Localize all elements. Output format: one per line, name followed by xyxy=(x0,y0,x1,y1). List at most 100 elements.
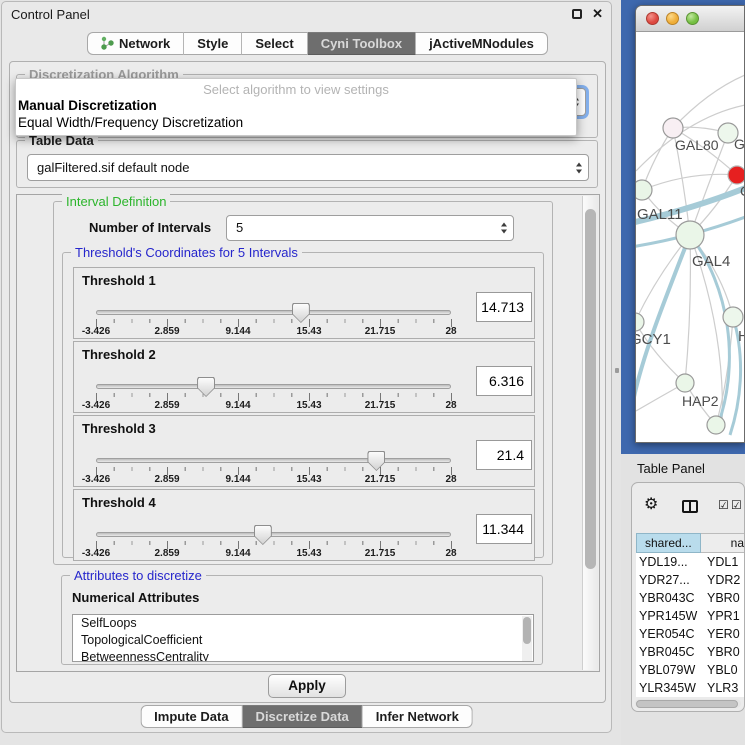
table-row[interactable]: YBL079WYBL0 xyxy=(636,661,744,679)
threshold-2-value[interactable]: 6.316 xyxy=(476,366,532,396)
threshold-1-value[interactable]: 14.713 xyxy=(476,292,532,322)
network-canvas[interactable]: GAL80GACGAL11GAL4GCY1HHAP2 xyxy=(636,33,745,443)
table-rows: YDL19...YDL1YDR27...YDR2YBR043CYBR0YPR14… xyxy=(636,553,744,697)
slider-track[interactable] xyxy=(96,384,451,389)
column-header-name[interactable]: na xyxy=(701,533,744,553)
gear-icon[interactable]: ⚙ xyxy=(644,497,658,513)
tab-select[interactable]: Select xyxy=(242,32,307,55)
panel-scrollbar-thumb[interactable] xyxy=(585,209,596,569)
network-node[interactable] xyxy=(723,307,743,327)
float-window-icon[interactable] xyxy=(572,9,582,19)
attribute-list-item[interactable]: BetweennessCentrality xyxy=(73,649,533,662)
network-edge[interactable] xyxy=(636,235,690,397)
threshold-3-value[interactable]: 21.4 xyxy=(476,440,532,470)
network-view-window[interactable]: GAL80GACGAL11GAL4GCY1HHAP2 xyxy=(635,5,745,443)
table-row[interactable]: YER054CYER0 xyxy=(636,625,744,643)
table-scrollbar-thumb[interactable] xyxy=(636,700,738,708)
cell-shared-name[interactable]: YBL079W xyxy=(636,661,707,679)
threshold-4-value[interactable]: 11.344 xyxy=(476,514,532,544)
cell-name[interactable]: YLR3 xyxy=(707,679,744,697)
tick-label: 28 xyxy=(445,548,456,559)
cell-name[interactable]: YER0 xyxy=(707,625,744,643)
network-edge[interactable] xyxy=(673,75,745,128)
network-node[interactable] xyxy=(676,374,694,392)
numerical-attributes-list[interactable]: SelfLoopsTopologicalCoefficientBetweenne… xyxy=(72,614,534,662)
table-row[interactable]: YBR043CYBR0 xyxy=(636,589,744,607)
cell-name[interactable]: YDL1 xyxy=(707,553,744,571)
table-row[interactable]: YBR045CYBR0 xyxy=(636,643,744,661)
network-node-label: HAP2 xyxy=(682,393,719,409)
table-row[interactable]: YDL19...YDL1 xyxy=(636,553,744,571)
minimize-button[interactable] xyxy=(666,12,679,25)
dropdown-option-manual-discretization[interactable]: Manual Discretization xyxy=(16,97,576,114)
tab-impute-data[interactable]: Impute Data xyxy=(140,705,242,728)
checkbox-icon[interactable]: ☑ xyxy=(718,498,729,512)
dropdown-placeholder-item: Select algorithm to view settings xyxy=(16,79,576,97)
interval-definition-legend: Interval Definition xyxy=(62,194,170,209)
tab-infer-network[interactable]: Infer Network xyxy=(363,705,473,728)
cell-shared-name[interactable]: YER054C xyxy=(636,625,707,643)
network-node[interactable] xyxy=(636,313,644,331)
network-node[interactable] xyxy=(676,221,704,249)
threshold-row-4: Threshold 4 -3.4262.8599.14415.4321.7152… xyxy=(73,489,535,561)
attribute-list-item[interactable]: TopologicalCoefficient xyxy=(73,632,533,649)
tab-discretize-data[interactable]: Discretize Data xyxy=(243,705,363,728)
threshold-row-3: Threshold 3 -3.4262.8599.14415.4321.7152… xyxy=(73,415,535,487)
network-node-label: GAL80 xyxy=(675,137,719,153)
cell-shared-name[interactable]: YLR345W xyxy=(636,679,707,697)
slider-track[interactable] xyxy=(96,458,451,463)
attribute-list-item[interactable]: SelfLoops xyxy=(73,615,533,632)
network-edge[interactable] xyxy=(642,174,737,190)
cell-shared-name[interactable]: YDL19... xyxy=(636,553,707,571)
threshold-2-slider[interactable]: -3.4262.8599.14415.4321.71528 xyxy=(96,380,452,412)
panel-splitter-handle[interactable] xyxy=(615,368,619,373)
cell-shared-name[interactable]: YPR145W xyxy=(636,607,707,625)
cell-shared-name[interactable]: YBR043C xyxy=(636,589,707,607)
cell-shared-name[interactable]: YDR27... xyxy=(636,571,707,589)
table-data-combobox-value: galFiltered.sif default node xyxy=(37,160,189,175)
tab-infer-network-label: Infer Network xyxy=(376,709,459,724)
number-of-intervals-value: 5 xyxy=(236,220,243,235)
slider-track[interactable] xyxy=(96,310,451,315)
cell-name[interactable]: YBR0 xyxy=(707,589,744,607)
table-row[interactable]: YDR27...YDR2 xyxy=(636,571,744,589)
threshold-4-slider[interactable]: -3.4262.8599.14415.4321.71528 xyxy=(96,528,452,560)
threshold-1-slider[interactable]: -3.4262.8599.14415.4321.71528 xyxy=(96,306,452,338)
network-icon xyxy=(101,36,114,51)
checkbox-icon[interactable]: ☑ xyxy=(731,498,742,512)
cell-name[interactable]: YBL0 xyxy=(707,661,744,679)
tab-jactivemnodules[interactable]: jActiveMNodules xyxy=(416,32,548,55)
tick-label: 2.859 xyxy=(154,474,179,485)
network-node[interactable] xyxy=(728,166,745,184)
dropdown-option-equal-width-frequency[interactable]: Equal Width/Frequency Discretization xyxy=(16,114,576,131)
column-header-shared-name[interactable]: shared... xyxy=(636,533,701,553)
close-panel-icon[interactable]: ✕ xyxy=(592,6,603,22)
table-row[interactable]: YPR145WYPR1 xyxy=(636,607,744,625)
cell-name[interactable]: YDR2 xyxy=(707,571,744,589)
cell-name[interactable]: YPR1 xyxy=(707,607,744,625)
network-window-titlebar[interactable] xyxy=(636,6,744,32)
tab-cyni-toolbox[interactable]: Cyni Toolbox xyxy=(308,32,416,55)
tab-style[interactable]: Style xyxy=(184,32,242,55)
split-columns-icon[interactable] xyxy=(682,500,698,513)
network-node[interactable] xyxy=(707,416,725,434)
network-node[interactable] xyxy=(636,180,652,200)
control-panel-titlebar[interactable]: Control Panel ✕ xyxy=(2,2,611,26)
threshold-3-slider[interactable]: -3.4262.8599.14415.4321.71528 xyxy=(96,454,452,486)
table-data-combobox[interactable]: galFiltered.sif default node xyxy=(27,154,589,181)
panel-vertical-scrollbar[interactable] xyxy=(582,196,598,670)
list-scrollbar-thumb[interactable] xyxy=(523,617,531,644)
table-horizontal-scrollbar[interactable] xyxy=(635,699,741,708)
network-edge[interactable] xyxy=(685,235,690,383)
apply-button[interactable]: Apply xyxy=(268,674,346,698)
table-row[interactable]: YLR345WYLR3 xyxy=(636,679,744,697)
zoom-button[interactable] xyxy=(686,12,699,25)
network-node[interactable] xyxy=(663,118,683,138)
list-scrollbar[interactable] xyxy=(522,616,532,662)
slider-track[interactable] xyxy=(96,532,451,537)
number-of-intervals-combobox[interactable]: 5 xyxy=(226,215,514,241)
close-button[interactable] xyxy=(646,12,659,25)
tab-network[interactable]: Network xyxy=(87,32,184,55)
cell-shared-name[interactable]: YBR045C xyxy=(636,643,707,661)
cell-name[interactable]: YBR0 xyxy=(707,643,744,661)
